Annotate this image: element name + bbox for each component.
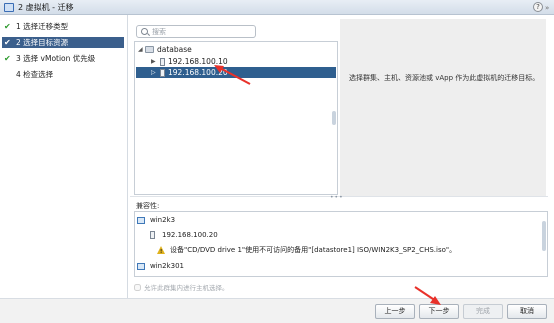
expand-right-icon[interactable]: ▶	[151, 56, 156, 67]
step-vmotion-priority[interactable]: ✔ 3 选择 vMotion 优先级	[2, 53, 124, 64]
vm-icon	[4, 3, 14, 12]
search-icon	[141, 28, 148, 35]
step-label: 4 检查选择	[16, 70, 54, 79]
tree-item-database[interactable]: ◢ database	[136, 44, 336, 55]
back-button[interactable]: 上一步	[375, 304, 415, 319]
footer: 上一步 下一步 完成 取消	[0, 298, 554, 323]
grip-icon[interactable]: •••	[330, 194, 344, 201]
info-panel: 选择群集、主机、资源池或 vApp 作为此虚拟机的迁移目标。	[340, 19, 546, 196]
help-icon[interactable]: ?	[533, 2, 543, 12]
expand-icon[interactable]: »	[545, 4, 549, 12]
host-icon	[160, 58, 165, 66]
tree-item-host[interactable]: ▶ 192.168.100.10	[136, 56, 336, 67]
check-icon: ✔	[4, 54, 11, 63]
allow-host-selection-label: 允许此群集内进行主机选择。	[144, 284, 229, 292]
splitter-handle[interactable]	[332, 111, 336, 125]
title-bar: 2 虚拟机 - 迁移 ? »	[0, 0, 554, 15]
step-select-migration-type[interactable]: ✔ 1 选择迁移类型	[2, 21, 124, 32]
next-button[interactable]: 下一步	[419, 304, 459, 319]
search-input[interactable]	[152, 26, 252, 37]
expand-right-icon[interactable]: ▷	[151, 67, 156, 78]
host-icon	[150, 231, 155, 239]
cancel-button[interactable]: 取消	[507, 304, 547, 319]
step-label: 3 选择 vMotion 优先级	[16, 54, 96, 63]
warning-text: 设备"CD/DVD drive 1"使用不可访问的备用"[datastore1]…	[170, 246, 457, 254]
compat-list: win2k3 192.168.100.20 ! 设备"CD/DVD drive …	[134, 211, 548, 277]
vm-icon	[137, 263, 145, 270]
vm-name: win2k301	[150, 262, 184, 270]
step-label: 2 选择目标资源	[16, 38, 69, 47]
compat-label: 兼容性:	[136, 202, 160, 210]
finish-button[interactable]: 完成	[463, 304, 503, 319]
window-title: 2 虚拟机 - 迁移	[18, 3, 74, 12]
step-label: 1 选择迁移类型	[16, 22, 69, 31]
pane-divider[interactable]: •••	[130, 194, 548, 201]
step-select-target-resource[interactable]: ✔ 2 选择目标资源	[2, 37, 124, 48]
target-description: 选择群集、主机、资源池或 vApp 作为此虚拟机的迁移目标。	[349, 74, 540, 82]
warning-icon: !	[157, 246, 165, 255]
tree-label: 192.168.100.20	[168, 68, 228, 77]
step-review[interactable]: 4 检查选择	[2, 69, 124, 80]
expand-down-icon[interactable]: ◢	[138, 44, 143, 55]
tree-label: database	[157, 45, 192, 54]
tree-item-host-selected[interactable]: ▷ 192.168.100.20	[136, 67, 336, 78]
check-icon: ✔	[4, 22, 11, 31]
allow-host-selection-checkbox[interactable]	[134, 284, 141, 291]
tree-label: 192.168.100.10	[168, 57, 228, 66]
scrollbar[interactable]	[542, 221, 546, 251]
resource-tree: ◢ database ▶ 192.168.100.10 ▷ 192.168.10…	[134, 41, 338, 195]
host-name: 192.168.100.20	[162, 231, 218, 239]
search-box	[136, 25, 256, 38]
vm-name: win2k3	[150, 216, 176, 224]
host-icon	[160, 69, 165, 77]
datacenter-icon	[145, 46, 154, 53]
wizard-steps: ✔ 1 选择迁移类型 ✔ 2 选择目标资源 ✔ 3 选择 vMotion 优先级…	[0, 15, 128, 298]
check-icon: ✔	[4, 38, 11, 47]
vm-icon	[137, 217, 145, 224]
